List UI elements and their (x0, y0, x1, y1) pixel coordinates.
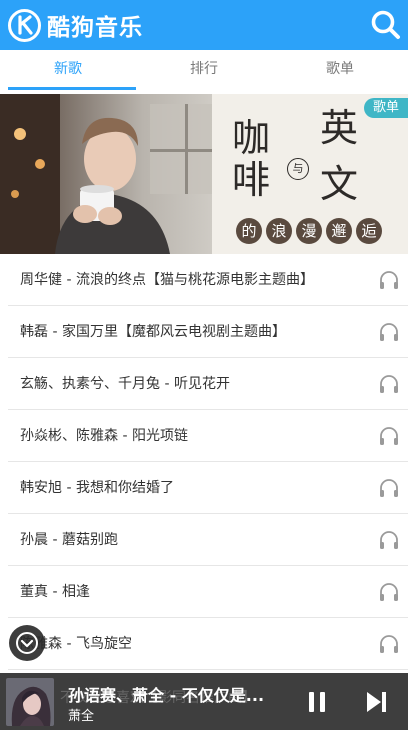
app-name: 酷狗音乐 (47, 15, 143, 41)
song-title: 玄觞、执素兮、千月兔 - 听见花开 (20, 376, 230, 392)
song-row[interactable]: 韩安旭 - 我想和你结婚了 (8, 462, 408, 514)
banner-title-char: 文 (320, 162, 359, 206)
now-playing-title: 孙语赛、萧全 - 不仅仅是... (68, 686, 265, 705)
tab-playlists[interactable]: 歌单 (272, 50, 408, 92)
song-row[interactable]: 陈雅森 - 飞鸟旋空 (8, 618, 408, 670)
banner-subtitle-char: 漫 (296, 218, 322, 244)
app-logo[interactable]: 酷狗音乐 (8, 8, 143, 42)
chevron-down-circle-icon (16, 632, 38, 654)
song-row[interactable]: 孙晨 - 蘑菇别跑 (8, 514, 408, 566)
song-title: 董真 - 相逢 (20, 584, 90, 600)
pause-icon (309, 692, 325, 712)
song-row[interactable]: 玄觞、执素兮、千月兔 - 听见花开 (8, 358, 408, 410)
banner-title-char: 英 (320, 106, 359, 150)
tab-new-songs[interactable]: 新歌 (0, 50, 136, 92)
promo-banner[interactable]: 歌单 咖 啡 英 文 与 的 浪 漫 邂 逅 (0, 94, 408, 254)
kugou-logo-icon (8, 8, 41, 42)
skip-next-icon (367, 692, 386, 712)
song-title: 周华健 - 流浪的终点【猫与桃花源电影主题曲】 (20, 272, 314, 288)
banner-subtitle-char: 逅 (356, 218, 382, 244)
search-icon[interactable] (370, 9, 402, 41)
top-bar: 酷狗音乐 (0, 0, 408, 50)
banner-tag: 歌单 (364, 98, 408, 118)
headphones-icon[interactable] (378, 633, 400, 655)
song-row[interactable]: 董真 - 相逢 (8, 566, 408, 618)
tab-bar: 新歌 排行 歌单 (0, 50, 408, 92)
tab-rankings[interactable]: 排行 (136, 50, 272, 92)
headphones-icon[interactable] (378, 581, 400, 603)
album-cover[interactable] (6, 678, 54, 726)
banner-subtitle-char: 邂 (326, 218, 352, 244)
song-row[interactable]: 韩磊 - 家国万里【魔都风云电视剧主题曲】 (8, 306, 408, 358)
song-title: 孙晨 - 蘑菇别跑 (20, 532, 118, 548)
headphones-icon[interactable] (378, 425, 400, 447)
banner-title-char: 啡 (232, 158, 271, 202)
song-title: 韩安旭 - 我想和你结婚了 (20, 480, 174, 496)
headphones-icon[interactable] (378, 373, 400, 395)
next-track-button[interactable] (364, 690, 388, 714)
collapse-player-button[interactable] (9, 625, 45, 661)
song-title: 韩磊 - 家国万里【魔都风云电视剧主题曲】 (20, 324, 286, 340)
headphones-icon[interactable] (378, 321, 400, 343)
banner-subtitle-char: 的 (236, 218, 262, 244)
song-title: 孙焱彬、陈雅森 - 阳光项链 (20, 428, 188, 444)
headphones-icon[interactable] (378, 269, 400, 291)
mini-player[interactable]: 不仅仅是喜欢【影同名推广曲】 孙语赛、萧全 - 不仅仅是... 萧全 (0, 673, 408, 730)
banner-connector: 与 (287, 158, 309, 180)
headphones-icon[interactable] (378, 529, 400, 551)
song-list: 周华健 - 流浪的终点【猫与桃花源电影主题曲】 韩磊 - 家国万里【魔都风云电视… (0, 254, 408, 670)
song-row[interactable]: 周华健 - 流浪的终点【猫与桃花源电影主题曲】 (8, 254, 408, 306)
banner-subtitle-char: 浪 (266, 218, 292, 244)
headphones-icon[interactable] (378, 477, 400, 499)
now-playing-artist: 萧全 (68, 709, 95, 724)
song-row[interactable]: 孙焱彬、陈雅森 - 阳光项链 (8, 410, 408, 462)
pause-button[interactable] (305, 690, 329, 714)
banner-title-char: 咖 (232, 116, 271, 160)
